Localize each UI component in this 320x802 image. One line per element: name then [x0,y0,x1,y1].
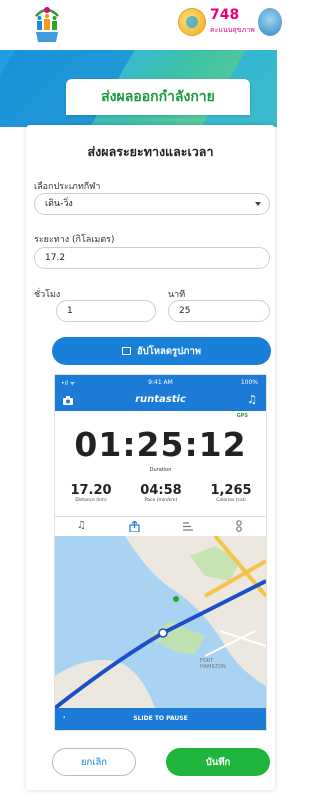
chevron-down-icon [255,202,261,206]
image-icon [121,347,131,355]
cancel-button[interactable]: ยกเลิก [52,748,136,776]
share-icon [129,521,140,532]
phone-status-bar: •ıl ᯤ 9:41 AM 100% [55,375,266,391]
list-icon [183,522,193,531]
status-battery: 100% [240,379,258,386]
upload-image-button[interactable]: อัปโหลดรูปภาพ [52,337,271,365]
distance-stat: 17.20 Distance (km) [70,483,112,503]
music-icon: ♫ [247,393,257,406]
minutes-field[interactable]: 25 [168,300,270,322]
points-value: 748 [210,7,240,23]
phone-nav-bar: runtastic ♫ [55,391,266,411]
sport-label: เลือกประเภทกีฬา [34,182,101,192]
hours-label: ชั่วโมง [34,290,61,300]
app-logo[interactable] [32,4,62,46]
calories-stat: 1,265 Calories (cal) [210,483,252,503]
pace-stat: 04:58 Pace (min/km) [140,483,182,503]
form-title: ส่งผลระยะทางและเวลา [87,144,214,159]
sport-select[interactable]: เดิน-วิ่ง [34,193,270,215]
status-time: 9:41 AM [148,379,173,386]
duration-value: 01:25:12 [74,425,247,464]
points-caption: คะแนนสุขภาพ [210,26,255,34]
upload-button-label: อัปโหลดรูปภาพ [136,345,202,357]
coin-icon [178,8,206,36]
distance-field[interactable]: 17.2 [34,247,270,269]
save-button[interactable]: บันทึก [166,748,270,776]
settings-icon [236,520,242,532]
duration-label: Duration [149,467,172,473]
route-map: FORT HAMILTON [55,536,266,708]
brand-logo: runtastic [135,394,186,405]
map-label-hamilton: HAMILTON [200,664,226,670]
hours-field[interactable]: 1 [56,300,156,322]
distance-label: ระยะทาง (กิโลเมตร) [34,235,115,245]
music-note-icon: ♫ [77,520,86,531]
slide-to-pause-bar: › SLIDE TO PAUSE [55,708,266,730]
phone-tab-bar: ♫ [55,516,266,537]
uploaded-image-preview: •ıl ᯤ 9:41 AM 100% runtastic ♫ GPS 01:25… [54,374,267,731]
slide-label: SLIDE TO PAUSE [133,715,188,722]
minutes-label: นาที [168,290,186,300]
page-title: ส่งผลออกกำลังกาย [66,79,250,115]
gps-indicator: GPS [236,413,248,419]
top-bar: 748 คะแนนสุขภาพ [0,0,282,50]
avatar[interactable] [258,8,282,36]
sport-select-value: เดิน-วิ่ง [45,199,73,209]
